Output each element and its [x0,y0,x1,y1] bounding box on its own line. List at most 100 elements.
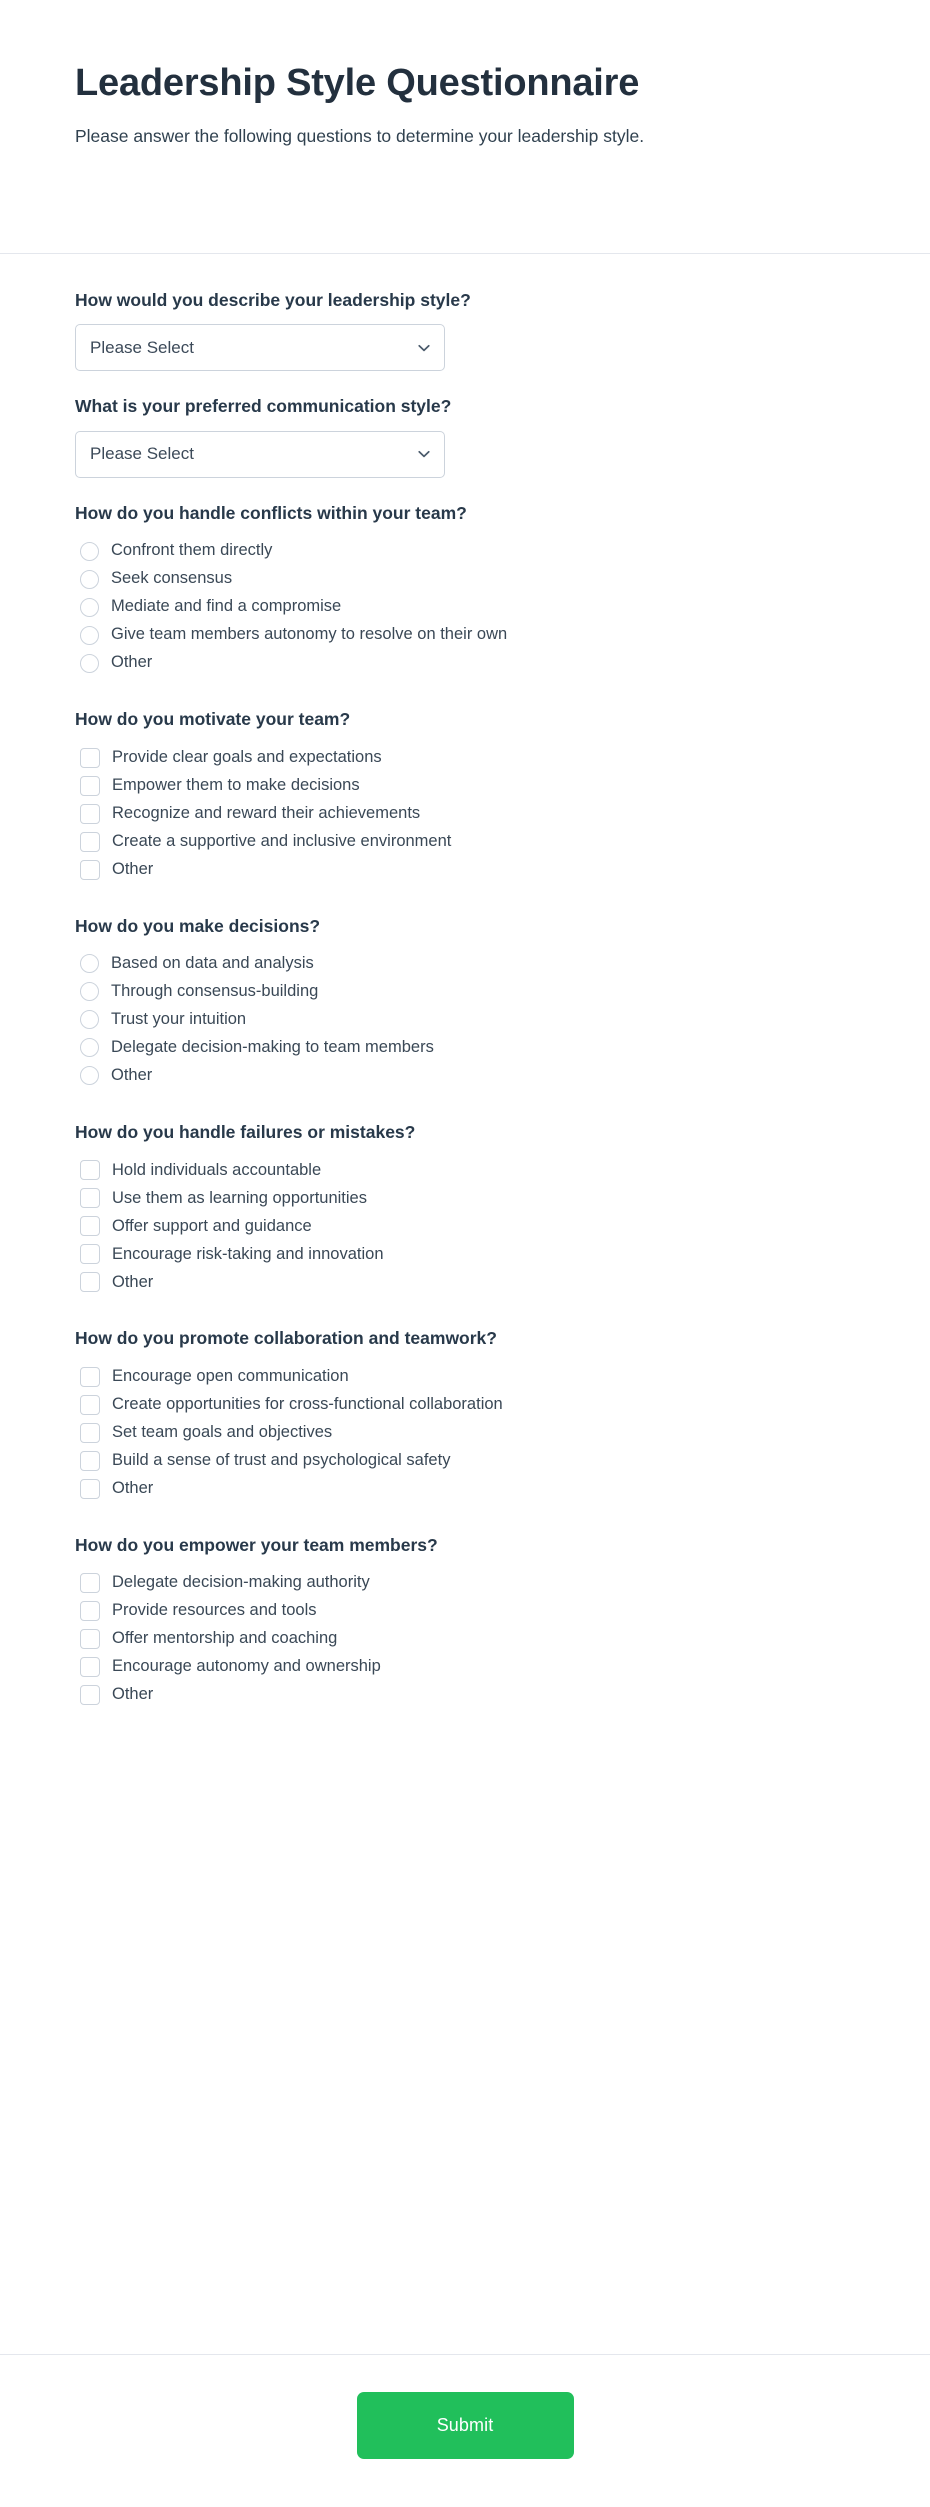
checkbox[interactable] [80,803,100,824]
radio-option-row[interactable]: Seek consensus [75,565,855,593]
checkbox[interactable] [80,1478,100,1499]
checkbox-option-row[interactable]: Provide resources and tools [75,1597,855,1625]
checkbox[interactable] [80,1629,100,1649]
option-label: Other [112,1272,154,1291]
option-label: Encourage risk-taking and innovation [112,1244,384,1263]
radio-option-row[interactable]: Through consensus-building [75,978,855,1006]
options-list: Hold individuals accountable Use them as … [75,1156,855,1296]
option-label: Other [111,1066,153,1085]
checkbox[interactable] [80,747,100,768]
radio-button[interactable] [80,982,99,1002]
radio-button[interactable] [80,653,99,673]
radio-option-row[interactable]: Delegate decision-making to team members [75,1034,855,1062]
option-label: Create opportunities for cross-functiona… [112,1394,503,1413]
checkbox[interactable] [80,1685,100,1705]
question-block: How do you handle failures or mistakes? H… [75,1120,855,1296]
option-label: Provide resources and tools [112,1601,317,1620]
checkbox[interactable] [80,1450,100,1471]
option-label: Trust your intuition [111,1010,247,1029]
option-label: Recognize and reward their achievements [112,803,421,822]
checkbox[interactable] [80,1188,100,1209]
checkbox-option-row[interactable]: Empower them to make decisions [75,772,855,800]
select-input[interactable]: Please Select [75,324,445,372]
radio-option-row[interactable]: Based on data and analysis [75,950,855,978]
radio-option-row[interactable]: Other [75,649,855,677]
page-title: Leadership Style Questionnaire [75,62,640,104]
checkbox-option-row[interactable]: Other [75,856,855,884]
checkbox[interactable] [80,1394,100,1415]
option-label: Seek consensus [111,569,233,588]
options-list: Provide clear goals and expectations Empo… [75,744,855,884]
options-list: Confront them directly Seek consensus Medi… [75,537,855,677]
radio-button[interactable] [80,1010,99,1030]
option-label: Mediate and find a compromise [111,597,342,616]
option-label: Offer mentorship and coaching [112,1629,338,1648]
radio-option-row[interactable]: Trust your intuition [75,1006,855,1034]
checkbox[interactable] [80,1272,100,1293]
options-list: Encourage open communication Create oppor… [75,1363,855,1503]
checkbox-option-row[interactable]: Use them as learning opportunities [75,1184,855,1212]
checkbox-option-row[interactable]: Offer support and guidance [75,1212,855,1240]
checkbox-option-row[interactable]: Other [75,1268,855,1296]
question-label: How do you empower your team members? [75,1534,438,1555]
option-label: Set team goals and objectives [112,1422,333,1441]
select-wrapper: Please Select [75,430,445,478]
question-label: How do you promote collaboration and tea… [75,1328,497,1349]
question-block: How would you describe your leadership s… [75,288,855,372]
checkbox[interactable] [80,1601,100,1621]
form-footer: Submit [0,2354,930,2507]
checkbox[interactable] [80,1366,100,1387]
option-label: Provide clear goals and expectations [112,747,382,766]
option-label: Hold individuals accountable [112,1160,322,1179]
radio-option-row[interactable]: Other [75,1062,855,1090]
radio-option-row[interactable]: Give team members autonomy to resolve on… [75,621,855,649]
question-label: How do you handle failures or mistakes? [75,1121,416,1142]
checkbox-option-row[interactable]: Build a sense of trust and psychological… [75,1447,855,1475]
question-block: How do you handle conflicts within your … [75,501,855,677]
select-input[interactable]: Please Select [75,430,445,478]
question-label: How do you handle conflicts within your … [75,502,467,523]
questionnaire-page: Leadership Style Questionnaire Please an… [0,0,930,2507]
checkbox-option-row[interactable]: Offer mentorship and coaching [75,1625,855,1653]
radio-option-row[interactable]: Confront them directly [75,537,855,565]
radio-button[interactable] [80,597,99,617]
checkbox-option-row[interactable]: Other [75,1475,855,1503]
options-list: Based on data and analysis Through consen… [75,950,855,1090]
option-label: Other [112,1685,154,1704]
checkbox-option-row[interactable]: Other [75,1681,855,1709]
submit-button[interactable]: Submit [356,2392,574,2459]
option-label: Other [111,653,153,672]
checkbox-option-row[interactable]: Encourage open communication [75,1363,855,1391]
checkbox[interactable] [80,1216,100,1237]
radio-button[interactable] [80,569,99,589]
radio-button[interactable] [80,625,99,645]
checkbox-option-row[interactable]: Encourage risk-taking and innovation [75,1240,855,1268]
question-label: How do you motivate your team? [75,709,351,730]
checkbox[interactable] [80,1573,100,1593]
checkbox[interactable] [80,859,100,880]
checkbox-option-row[interactable]: Set team goals and objectives [75,1419,855,1447]
checkbox[interactable] [80,775,100,796]
radio-button[interactable] [80,541,99,561]
checkbox-option-row[interactable]: Create opportunities for cross-functiona… [75,1391,855,1419]
radio-button[interactable] [80,954,99,974]
radio-button[interactable] [80,1038,99,1058]
checkbox-option-row[interactable]: Provide clear goals and expectations [75,744,855,772]
checkbox-option-row[interactable]: Create a supportive and inclusive enviro… [75,828,855,856]
checkbox[interactable] [80,1422,100,1443]
question-label: How do you make decisions? [75,915,321,936]
option-label: Delegate decision-making to team members [111,1038,434,1057]
question-label: How would you describe your leadership s… [75,290,471,310]
radio-button[interactable] [80,1066,99,1086]
checkbox-option-row[interactable]: Encourage autonomy and ownership [75,1653,855,1681]
question-block: How do you empower your team members? Del… [75,1533,855,1709]
checkbox-option-row[interactable]: Recognize and reward their achievements [75,800,855,828]
checkbox-option-row[interactable]: Delegate decision-making authority [75,1569,855,1597]
checkbox[interactable] [80,831,100,852]
radio-option-row[interactable]: Mediate and find a compromise [75,593,855,621]
checkbox[interactable] [80,1244,100,1265]
checkbox-option-row[interactable]: Hold individuals accountable [75,1156,855,1184]
checkbox[interactable] [80,1160,100,1181]
checkbox[interactable] [80,1657,100,1677]
option-label: Empower them to make decisions [112,775,360,794]
